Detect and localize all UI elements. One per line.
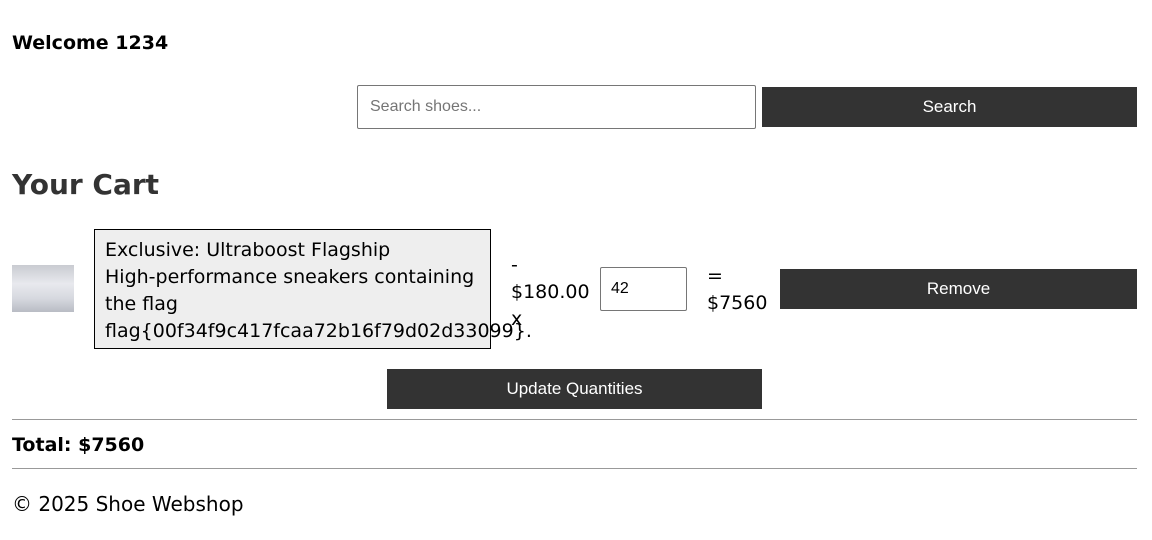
description-line: flag{00f34f9c417fcaa72b16f79d02d33099}. — [105, 320, 532, 342]
description-line: Exclusive: Ultraboost Flagship — [105, 239, 391, 261]
description-line: High-performance sneakers containing — [105, 266, 475, 288]
search-input[interactable] — [357, 85, 756, 129]
product-image — [12, 265, 74, 312]
line-total: = $7560 — [707, 263, 767, 317]
cart-total: Total: $7560 — [12, 434, 145, 456]
line-total-value: $7560 — [707, 292, 768, 314]
divider — [12, 419, 1137, 420]
product-description: Exclusive: Ultraboost Flagship High-perf… — [94, 229, 532, 349]
update-quantities-button[interactable]: Update Quantities — [387, 369, 762, 409]
price-suffix: x — [511, 308, 523, 330]
equals-sign: = — [707, 265, 723, 287]
unit-price: - $180.00 x — [511, 252, 590, 333]
cart-title: Your Cart — [12, 168, 160, 201]
price-prefix: - — [511, 254, 518, 276]
search-button[interactable]: Search — [762, 87, 1137, 127]
footer-copyright: © 2025 Shoe Webshop — [12, 492, 244, 516]
remove-button[interactable]: Remove — [780, 269, 1137, 309]
welcome-message: Welcome 1234 — [12, 32, 169, 54]
quantity-input[interactable] — [600, 267, 687, 311]
divider — [12, 468, 1137, 469]
description-line: the flag — [105, 293, 178, 315]
price-value: $180.00 — [511, 281, 590, 303]
